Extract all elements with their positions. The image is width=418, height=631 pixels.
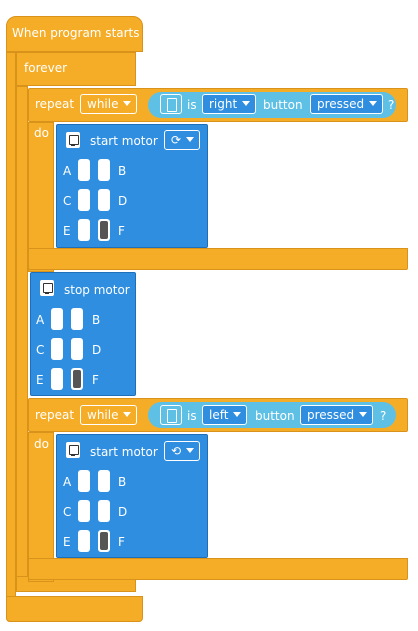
chevron-down-icon — [123, 101, 132, 106]
chevron-down-icon — [186, 448, 195, 453]
port-d-toggle[interactable] — [98, 500, 110, 522]
repeat-label-2: repeat — [35, 408, 75, 422]
chevron-down-icon — [369, 101, 378, 106]
port-d-toggle[interactable] — [98, 189, 110, 211]
do-label-1: do — [34, 126, 49, 140]
forever-spine — [6, 52, 16, 622]
port-a-toggle[interactable] — [78, 159, 90, 181]
port-b-toggle[interactable] — [71, 308, 83, 330]
chevron-down-icon — [186, 137, 195, 142]
port-label-c: C — [63, 194, 72, 208]
counterclockwise-icon: ⟲ — [171, 444, 182, 458]
port-label-a: A — [63, 475, 72, 489]
question-label-1: ? — [388, 98, 395, 112]
button-label-1: button — [263, 98, 303, 112]
motor-icon — [66, 442, 80, 458]
port-b-toggle[interactable] — [98, 159, 110, 181]
repeat-mode-dropdown-1[interactable]: while — [80, 94, 138, 114]
port-label-a: A — [63, 164, 72, 178]
motor-icon — [40, 280, 54, 296]
port-label-f: F — [118, 224, 125, 238]
port-e-toggle[interactable] — [51, 368, 63, 390]
port-f-toggle[interactable] — [98, 530, 110, 552]
port-d-toggle[interactable] — [71, 338, 83, 360]
is-label-1: is — [187, 98, 197, 112]
port-c-toggle[interactable] — [51, 338, 63, 360]
repeat-label-1: repeat — [35, 97, 75, 111]
port-label-d: D — [92, 343, 102, 357]
port-label-b: B — [92, 313, 101, 327]
button-side-value-2: left — [209, 408, 229, 422]
chevron-down-icon — [233, 412, 242, 417]
port-label-d: D — [118, 194, 128, 208]
port-label-c: C — [63, 505, 72, 519]
port-label-e: E — [63, 535, 71, 549]
motor-direction-dropdown-2[interactable]: ⟲ — [164, 441, 201, 461]
start-motor-label-1: start motor — [90, 134, 158, 148]
port-label-c: C — [36, 343, 45, 357]
clockwise-icon: ⟳ — [171, 133, 182, 147]
repeat-mode-value-2: while — [87, 408, 119, 422]
button-state-value-1: pressed — [317, 97, 365, 111]
port-label-f: F — [92, 373, 99, 387]
button-state-dropdown-2[interactable]: pressed — [300, 405, 374, 425]
button-label-2: button — [255, 409, 295, 423]
repeat-bottom-cap-1 — [28, 248, 408, 270]
motor-direction-dropdown-1[interactable]: ⟳ — [164, 130, 201, 150]
button-state-value-2: pressed — [307, 408, 355, 422]
port-label-f: F — [118, 535, 125, 549]
repeat-mode-value-1: while — [87, 97, 119, 111]
button-side-dropdown-2[interactable]: left — [202, 405, 248, 425]
hat-bottom-cap — [6, 596, 143, 622]
port-label-d: D — [118, 505, 128, 519]
chevron-down-icon — [359, 412, 368, 417]
port-label-e: E — [63, 224, 71, 238]
port-label-a: A — [36, 313, 45, 327]
hub-button-icon — [160, 94, 182, 114]
port-b-toggle[interactable] — [98, 470, 110, 492]
hub-button-icon — [160, 405, 182, 425]
forever-label: forever — [24, 61, 68, 75]
hat-label: When program starts — [12, 26, 140, 40]
port-a-toggle[interactable] — [51, 308, 63, 330]
port-label-b: B — [118, 475, 127, 489]
button-state-dropdown-1[interactable]: pressed — [310, 94, 384, 114]
question-label-2: ? — [380, 409, 387, 423]
is-label-2: is — [187, 409, 197, 423]
port-a-toggle[interactable] — [78, 470, 90, 492]
port-e-toggle[interactable] — [78, 530, 90, 552]
port-c-toggle[interactable] — [78, 500, 90, 522]
chevron-down-icon — [242, 101, 251, 106]
port-c-toggle[interactable] — [78, 189, 90, 211]
port-f-toggle[interactable] — [98, 219, 110, 241]
chevron-down-icon — [123, 412, 132, 417]
port-f-toggle[interactable] — [71, 368, 83, 390]
repeat-mode-dropdown-2[interactable]: while — [80, 405, 138, 425]
motor-icon — [66, 132, 80, 148]
repeat-bottom-cap-2 — [28, 558, 408, 580]
forever-inner-spine — [16, 86, 28, 590]
button-side-value-1: right — [209, 97, 238, 111]
port-label-b: B — [118, 164, 127, 178]
button-side-dropdown-1[interactable]: right — [202, 94, 257, 114]
port-e-toggle[interactable] — [78, 219, 90, 241]
stop-motor-label: stop motor — [64, 283, 130, 297]
port-label-e: E — [36, 373, 44, 387]
start-motor-label-2: start motor — [90, 445, 158, 459]
do-label-2: do — [34, 437, 49, 451]
